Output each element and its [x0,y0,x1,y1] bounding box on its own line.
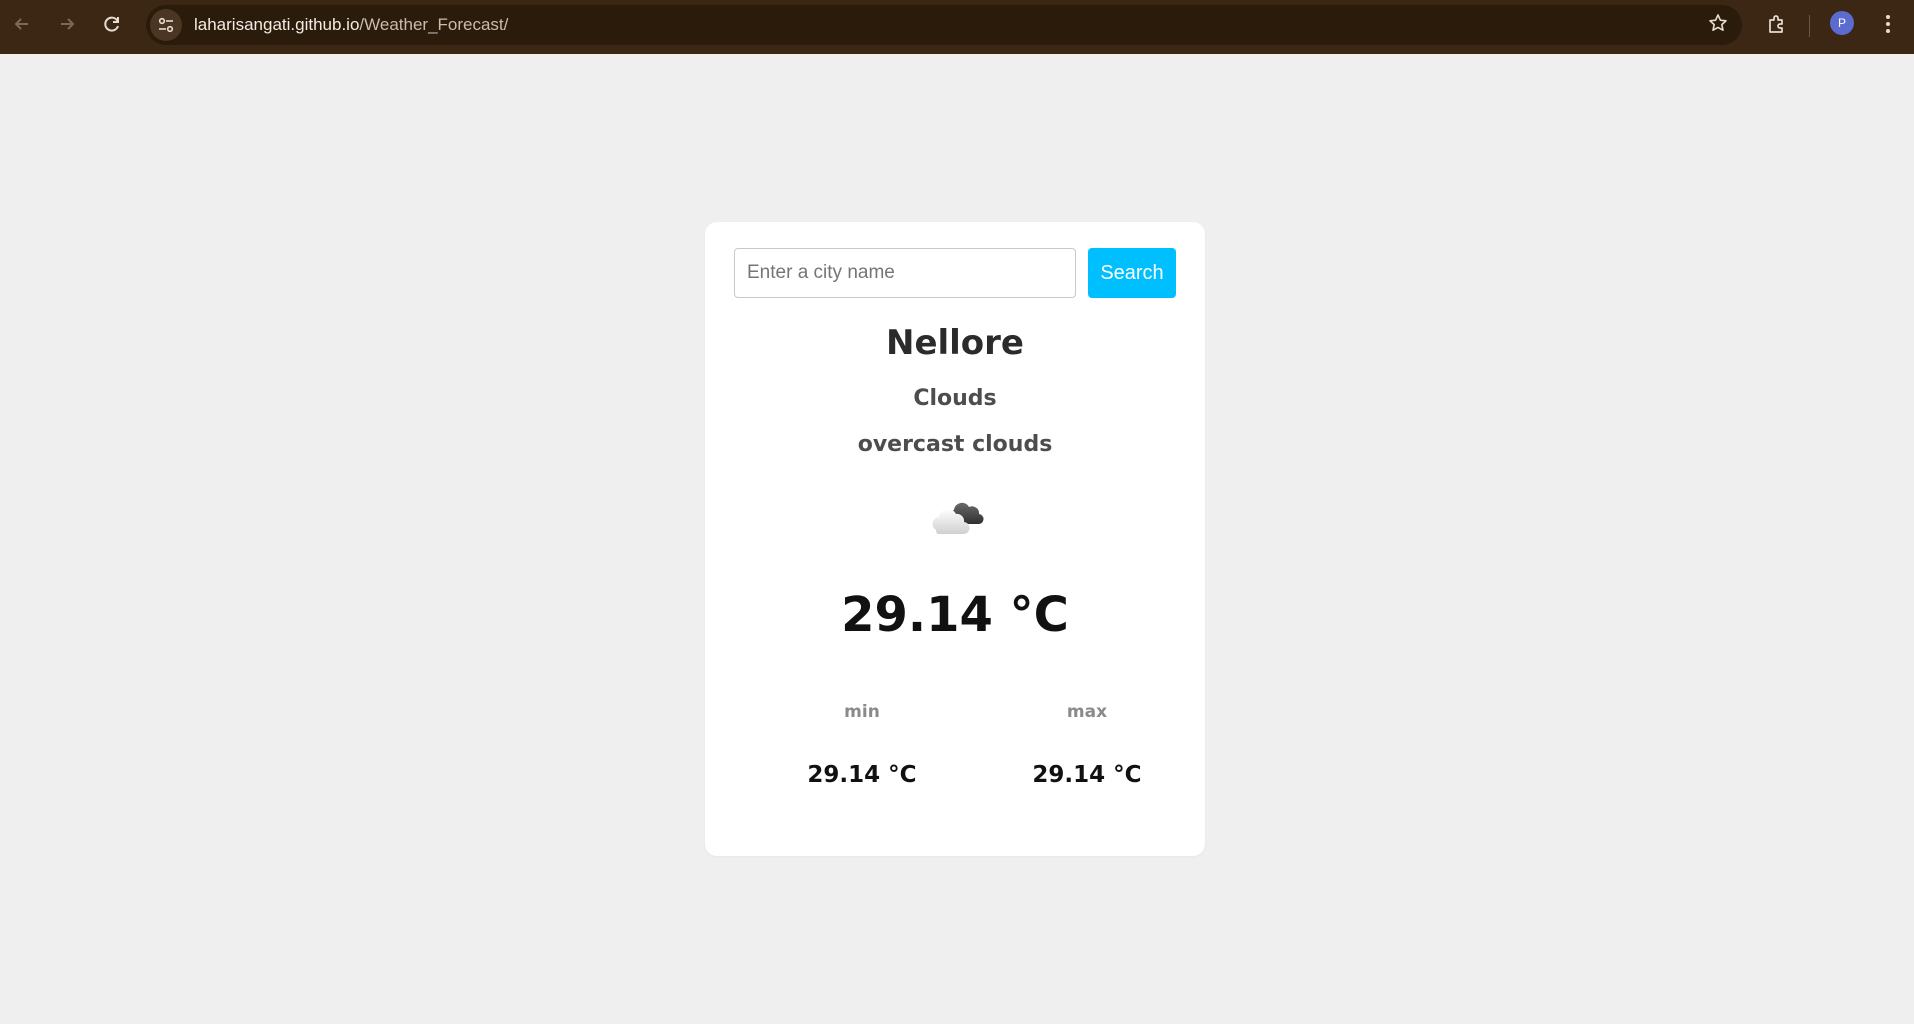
weather-description: overcast clouds [857,432,1053,457]
max-temp-value: 29.14 °C [1032,762,1142,788]
reload-icon [104,16,119,32]
address-bar[interactable]: laharisangati.github.io/Weather_Forecast… [146,5,1742,45]
current-temperature: 29.14 °C [841,587,1069,643]
city-search-input[interactable] [734,248,1076,298]
extensions-button[interactable] [1762,9,1792,39]
reload-button[interactable] [90,2,134,46]
site-info-button[interactable] [150,9,182,41]
search-button[interactable]: Search [1088,248,1176,298]
arrow-left-icon [14,18,28,30]
max-temp-label: max [1066,702,1108,722]
more-vertical-icon [1886,15,1890,33]
profile-avatar[interactable]: P [1830,11,1854,35]
url-host: laharisangati.github.io [194,15,360,34]
browser-menu-button[interactable] [1876,10,1900,38]
star-icon [1709,14,1727,31]
arrow-right-icon [61,18,75,30]
weather-card: Search Nellore Clouds overcast clouds 29… [705,222,1205,856]
min-temp-value: 29.14 °C [807,762,917,788]
weather-condition: Clouds [913,386,997,411]
url-text[interactable]: laharisangati.github.io/Weather_Forecast… [194,15,508,35]
back-button[interactable] [0,2,44,46]
tune-icon [158,17,174,33]
browser-toolbar: laharisangati.github.io/Weather_Forecast… [0,0,1914,54]
puzzle-icon [1769,15,1783,33]
min-temp-label: min [844,702,880,722]
bookmark-button[interactable] [1708,13,1728,39]
city-name: Nellore [885,323,1024,363]
toolbar-divider [1809,15,1810,37]
url-path: /Weather_Forecast/ [359,15,509,34]
overcast-clouds-icon [932,502,984,535]
forward-button[interactable] [45,2,89,46]
